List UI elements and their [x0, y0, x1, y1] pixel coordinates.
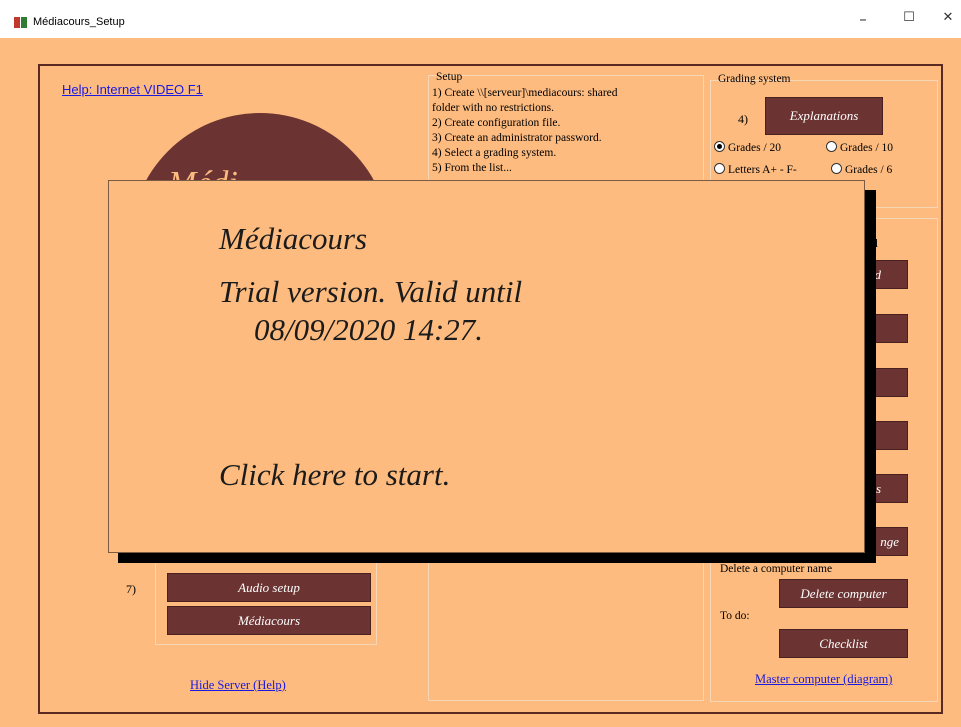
setup-line-6: 5) From the list...	[432, 162, 512, 174]
setup-line-4: 3) Create an administrator password.	[432, 132, 602, 144]
setup-line-2: folder with no restrictions.	[432, 102, 555, 114]
grading-step: 4)	[738, 112, 748, 126]
todo-label: To do:	[720, 610, 750, 622]
dialog-app-name: Médiacours	[219, 221, 368, 256]
radio-icon	[714, 163, 725, 174]
setup-title: Setup	[436, 71, 463, 83]
grade-20-option[interactable]: Grades / 20	[714, 141, 781, 156]
hide-server-link[interactable]: Hide Server (Help)	[190, 678, 286, 693]
audio-setup-button[interactable]: Audio setup	[167, 573, 371, 602]
window-title: Médiacours_Setup	[33, 16, 125, 28]
radio-icon	[714, 141, 725, 152]
title-bar: Médiacours_Setup – ☐ ✕	[0, 0, 961, 38]
mediacours-button[interactable]: Médiacours	[167, 606, 371, 635]
setup-line-3: 2) Create configuration file.	[432, 117, 561, 129]
radio-icon	[826, 141, 837, 152]
click-to-start[interactable]: Click here to start.	[219, 457, 450, 493]
setup-line-5: 4) Select a grading system.	[432, 147, 557, 159]
checklist-button[interactable]: Checklist	[779, 629, 908, 658]
master-computer-link[interactable]: Master computer (diagram)	[755, 672, 892, 687]
trial-dialog[interactable]: Médiacours Trial version. Valid until 08…	[108, 180, 865, 553]
minimize-button[interactable]: –	[848, 10, 878, 32]
letters-option[interactable]: Letters A+ - F-	[714, 163, 797, 178]
step-7-label: 7)	[126, 582, 136, 596]
delete-computer-label: Delete a computer name	[720, 563, 833, 575]
grade-10-option[interactable]: Grades / 10	[826, 141, 893, 156]
grading-title: Grading system	[718, 73, 791, 85]
close-button[interactable]: ✕	[933, 10, 961, 32]
explanations-button[interactable]: Explanations	[765, 97, 883, 135]
grade-6-option[interactable]: Grades / 6	[831, 163, 892, 178]
help-video-link[interactable]: Help: Internet VIDEO F1	[62, 82, 203, 97]
radio-icon	[831, 163, 842, 174]
app-icon	[14, 17, 28, 28]
setup-line-1: 1) Create \\[serveur]\mediacours: shared	[432, 87, 618, 99]
dialog-trial-line-1: Trial version. Valid until	[219, 274, 523, 309]
dialog-trial-line-2: 08/09/2020 14:27.	[254, 312, 484, 347]
maximize-button[interactable]: ☐	[894, 10, 924, 32]
delete-computer-button[interactable]: Delete computer	[779, 579, 908, 608]
